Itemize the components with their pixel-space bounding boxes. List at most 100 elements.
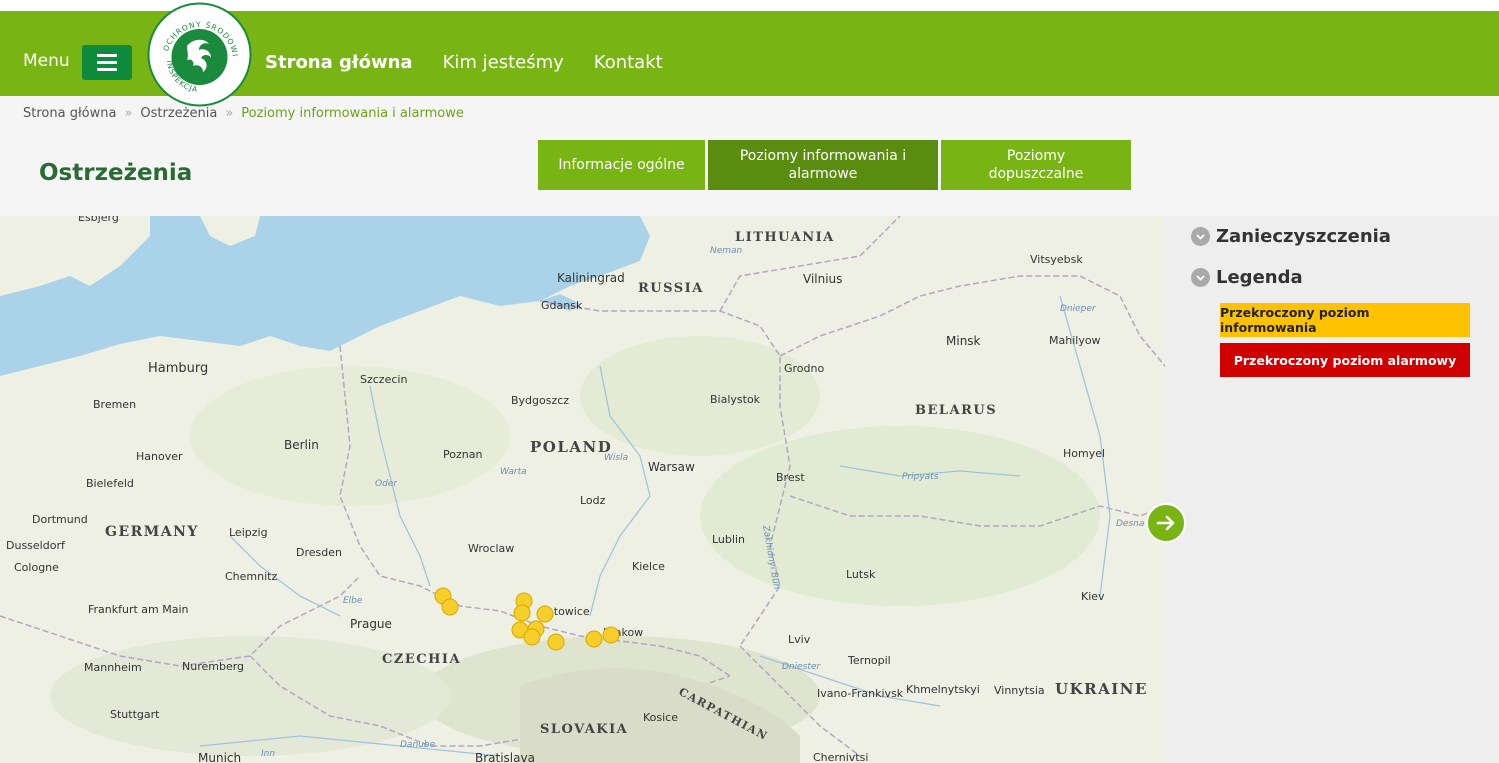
- city-label: Berlin: [284, 438, 319, 452]
- city-label: Mannheim: [84, 661, 142, 674]
- river-label: Warta: [500, 467, 527, 477]
- nav-contact-link[interactable]: Kontakt: [594, 52, 663, 73]
- river-label: Danube: [400, 740, 436, 750]
- pollution-marker[interactable]: [547, 633, 565, 651]
- breadcrumb-warnings-link[interactable]: Ostrzeżenia: [140, 106, 217, 121]
- pollution-marker[interactable]: [523, 628, 541, 646]
- chevron-down-icon: [1191, 227, 1210, 246]
- pollution-marker[interactable]: [536, 605, 554, 623]
- side-panel: Zanieczyszczenia Legenda Przekroczony po…: [1165, 216, 1499, 763]
- city-label: Hamburg: [148, 361, 208, 376]
- city-label: Brest: [776, 471, 805, 484]
- city-label: Leipzig: [229, 526, 268, 539]
- city-label: Gdansk: [541, 299, 583, 312]
- city-label: Chemnitz: [225, 570, 277, 583]
- city-label: Homyel: [1063, 447, 1105, 460]
- city-label: Dusseldorf: [6, 539, 66, 552]
- label-belarus: BELARUS: [915, 403, 997, 418]
- chevron-down-icon: [1191, 268, 1210, 287]
- label-germany: GERMANY: [105, 524, 199, 540]
- page-title: Ostrzeżenia: [39, 160, 193, 186]
- city-label: Bialystok: [710, 393, 761, 406]
- label-poland: POLAND: [530, 438, 612, 456]
- city-label: Grodno: [784, 362, 824, 375]
- river-label: Neman: [710, 246, 743, 256]
- arrow-right-icon: [1156, 515, 1175, 531]
- next-arrow-button[interactable]: [1146, 503, 1186, 543]
- city-label: Bratislava: [475, 751, 535, 763]
- river-label: Inn: [261, 749, 275, 759]
- city-label: Poznan: [443, 448, 482, 461]
- city-label: Hanover: [136, 450, 183, 463]
- city-label: Wroclaw: [468, 542, 514, 555]
- legend-section-label: Legenda: [1216, 267, 1303, 288]
- city-label: Lutsk: [846, 568, 876, 581]
- map-view[interactable]: LITHUANIA RUSSIA POLAND BELARUS GERMANY …: [0, 216, 1165, 763]
- city-label: Stuttgart: [110, 708, 160, 721]
- city-label: Kiev: [1081, 590, 1105, 603]
- label-lithuania: LITHUANIA: [735, 230, 835, 245]
- river-label: Oder: [375, 479, 398, 489]
- city-label: Dortmund: [32, 513, 88, 526]
- city-label: Cologne: [14, 561, 59, 574]
- city-label: Prague: [350, 617, 392, 631]
- hamburger-icon-bar: [97, 61, 117, 64]
- city-label: Bielefeld: [86, 477, 134, 490]
- menu-hamburger-button[interactable]: [82, 45, 132, 80]
- river-label: Desna: [1116, 519, 1144, 529]
- basemap: LITHUANIA RUSSIA POLAND BELARUS GERMANY …: [0, 216, 1165, 763]
- city-label: Lviv: [788, 633, 811, 646]
- river-label: Wisla: [604, 453, 628, 463]
- city-label: Warsaw: [648, 460, 695, 474]
- city-label: Kaliningrad: [557, 271, 625, 285]
- pollution-marker[interactable]: [513, 604, 531, 622]
- breadcrumb-separator: »: [124, 106, 133, 121]
- city-label: Kosice: [643, 711, 678, 724]
- tab-permissible-levels[interactable]: Poziomy dopuszczalne: [941, 140, 1131, 190]
- city-label: Dresden: [296, 546, 342, 559]
- pollution-marker[interactable]: [441, 598, 459, 616]
- city-label: Lodz: [580, 494, 606, 507]
- breadcrumb: Strona główna » Ostrzeżenia » Poziomy in…: [23, 106, 464, 121]
- city-label: Esbjerg: [78, 216, 119, 224]
- legend-info-level: Przekroczony poziom informowania: [1220, 303, 1470, 337]
- city-label: Vitsyebsk: [1030, 253, 1083, 266]
- city-label: Ternopil: [847, 654, 891, 667]
- pollution-marker[interactable]: [602, 626, 620, 644]
- menu-label: Menu: [23, 51, 70, 71]
- label-czechia: CZECHIA: [382, 652, 461, 667]
- legend-alarm-level: Przekroczony poziom alarmowy: [1220, 343, 1470, 377]
- label-slovakia: SLOVAKIA: [540, 722, 628, 737]
- pollutants-section-label: Zanieczyszczenia: [1216, 226, 1391, 247]
- legend-section-toggle[interactable]: Legenda: [1191, 267, 1303, 288]
- city-label: Munich: [198, 751, 241, 763]
- tab-info-alarm-levels[interactable]: Poziomy informowania i alarmowe: [708, 140, 938, 190]
- city-label: Bremen: [93, 398, 136, 411]
- city-label: Mahilyow: [1049, 334, 1101, 347]
- pollutants-section-toggle[interactable]: Zanieczyszczenia: [1191, 226, 1391, 247]
- city-label: Ivano-Frankivsk: [817, 687, 904, 700]
- label-ukraine: UKRAINE: [1055, 680, 1148, 698]
- river-label: Dniester: [782, 662, 821, 672]
- hamburger-icon-bar: [97, 68, 117, 71]
- city-label: Bydgoszcz: [511, 394, 569, 407]
- river-label: Dnieper: [1060, 304, 1097, 314]
- main-nav: Strona główna Kim jesteśmy Kontakt: [265, 52, 663, 73]
- city-label: Chernivtsi: [813, 751, 868, 763]
- nav-about-link[interactable]: Kim jesteśmy: [443, 52, 564, 73]
- city-label: Nuremberg: [182, 660, 244, 673]
- city-label: Vinnytsia: [994, 684, 1045, 697]
- breadcrumb-separator: »: [225, 106, 234, 121]
- pollution-marker[interactable]: [585, 630, 603, 648]
- nav-home-link[interactable]: Strona główna: [265, 52, 413, 73]
- city-label: Vilnius: [803, 272, 842, 286]
- tab-general-info[interactable]: Informacje ogólne: [538, 140, 705, 190]
- city-label: Khmelnytskyi: [906, 683, 980, 696]
- city-label: Frankfurt am Main: [88, 603, 189, 616]
- river-label: Elbe: [343, 596, 363, 606]
- river-label: Pripyats: [902, 472, 939, 482]
- gios-logo[interactable]: OCHRONY ŚRODOWISKA INSPEKCJA: [147, 2, 252, 107]
- hamburger-icon-bar: [97, 54, 117, 57]
- breadcrumb-home-link[interactable]: Strona główna: [23, 106, 116, 121]
- breadcrumb-current: Poziomy informowania i alarmowe: [241, 106, 464, 121]
